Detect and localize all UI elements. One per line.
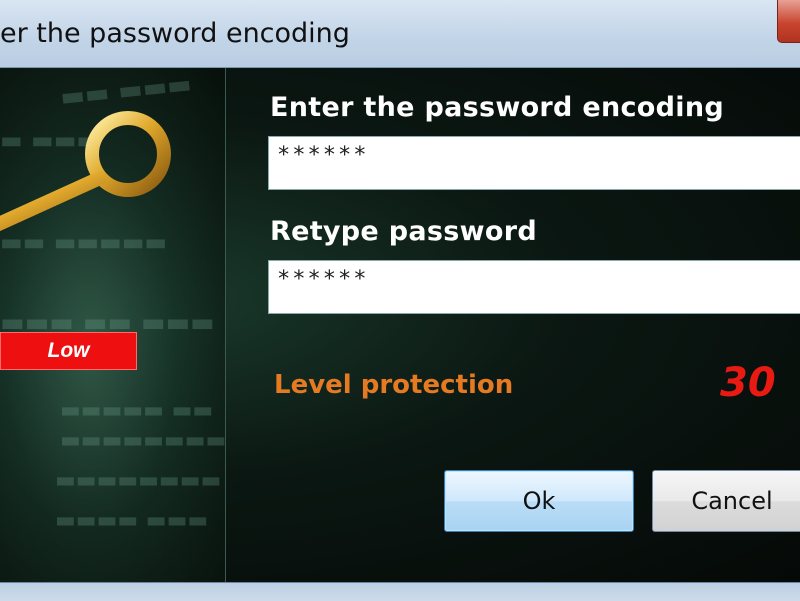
cancel-button[interactable]: Cancel <box>652 470 800 532</box>
key-icon <box>0 111 171 232</box>
background-decoration: ▬▬▬▬▬▬▬▬ <box>55 468 222 493</box>
ok-button[interactable]: Ok <box>444 470 634 532</box>
level-protection-value: 30 <box>720 360 776 406</box>
background-decoration: ▬▬▬▬ ▬▬▬ <box>55 508 209 533</box>
level-protection-label: Level protection <box>274 370 514 400</box>
dialog-client-area: ▬▬ ▬▬▬ ▬ ▬▬▬ ▬▬ ▬▬▬▬▬ ▬▬▬ ▬▬ ▬▬▬ ▬▬▬▬▬ ▬… <box>0 68 800 582</box>
retype-password-label: Retype password <box>270 216 537 247</box>
background-decoration: ▬▬▬▬▬▬▬▬ <box>60 428 227 453</box>
password-field[interactable]: ****** <box>268 136 800 190</box>
title-bar[interactable]: er the password encoding <box>0 0 800 68</box>
window-frame-bottom <box>0 582 800 601</box>
retype-password-field[interactable]: ****** <box>268 260 800 314</box>
password-label: Enter the password encoding <box>270 92 724 123</box>
window-title: er the password encoding <box>0 18 350 49</box>
strength-badge: Low <box>0 332 137 370</box>
window-close-button[interactable] <box>777 0 800 43</box>
decorative-side-panel: ▬▬ ▬▬▬ ▬ ▬▬▬ ▬▬ ▬▬▬▬▬ ▬▬▬ ▬▬ ▬▬▬ ▬▬▬▬▬ ▬… <box>0 68 226 582</box>
background-decoration: ▬▬▬▬▬ ▬▬ <box>60 398 214 423</box>
